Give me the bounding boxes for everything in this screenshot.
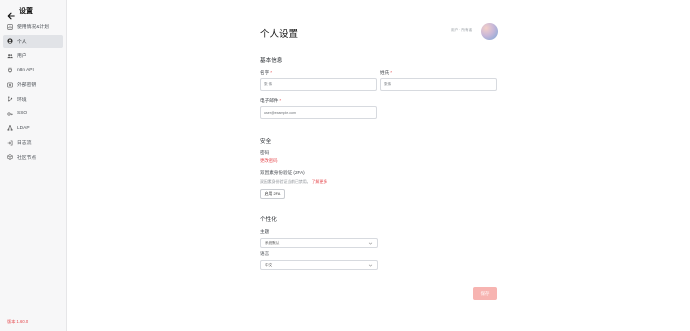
user-info-text: 用户 · 所有者 — [451, 28, 473, 32]
theme-select[interactable]: 系统默认 — [260, 238, 378, 248]
sidebar-item-label: n8n API — [17, 67, 34, 73]
sidebar-item-log-streaming[interactable]: 日志流 — [3, 136, 63, 149]
sidebar-list: 使用情况&计划 个人 用户 n8n API 外部密钥 环境 SSO LDAP 日… — [0, 20, 66, 164]
sidebar-header: 设置 — [0, 0, 66, 20]
change-password-link[interactable]: 更改密码 — [260, 158, 278, 164]
sidebar-item-label: 用户 — [17, 54, 27, 59]
sidebar-item-usage[interactable]: 使用情况&计划 — [3, 20, 63, 33]
last-name-label: 姓氏* — [380, 70, 392, 75]
user-circle-icon — [7, 38, 13, 44]
chevron-down-icon — [368, 241, 373, 246]
sidebar-item-api[interactable]: n8n API — [3, 64, 63, 77]
theme-label: 主题 — [260, 229, 270, 234]
first-name-label: 名字* — [260, 70, 272, 75]
cube-icon — [7, 154, 13, 160]
sidebar-item-personal[interactable]: 个人 — [3, 34, 63, 48]
section-basic-info-title: 基本信息 — [260, 58, 283, 64]
sidebar-item-sso[interactable]: SSO — [3, 107, 63, 120]
avatar-icon — [481, 23, 498, 40]
sidebar-item-label: LDAP — [17, 125, 30, 131]
twofa-description: 双因素身份验证当前已禁用。 了解更多 — [260, 179, 328, 184]
section-personalization-title: 个性化 — [260, 217, 277, 223]
main-content: 个人设置 用户 · 所有者 基本信息 名字* 姓氏* 电子邮件* 安全 密码 更… — [67, 0, 690, 331]
save-button[interactable]: 保存 — [473, 287, 497, 300]
language-select[interactable]: 中文 — [260, 260, 378, 270]
chevron-down-icon — [368, 263, 373, 268]
sidebar-item-ldap[interactable]: LDAP — [3, 122, 63, 135]
version-label: 版本 1.60.0 — [7, 319, 29, 324]
language-label: 语言 — [260, 251, 270, 256]
sidebar-title: 设置 — [19, 8, 33, 15]
key-icon — [7, 111, 13, 117]
users-icon — [7, 53, 13, 59]
vault-icon — [7, 82, 13, 88]
learn-more-link[interactable]: 了解更多 — [312, 179, 328, 184]
log-in-icon — [7, 140, 13, 146]
sidebar-item-community-nodes[interactable]: 社区节点 — [3, 151, 63, 164]
last-name-field[interactable] — [380, 78, 497, 91]
password-label: 密码 — [260, 150, 270, 155]
sidebar-item-external-secrets[interactable]: 外部密钥 — [3, 78, 63, 91]
plug-icon — [7, 67, 13, 73]
sidebar-item-label: 使用情况&计划 — [17, 25, 49, 30]
email-label: 电子邮件* — [260, 98, 282, 103]
sidebar-item-users[interactable]: 用户 — [3, 49, 63, 62]
chart-icon — [7, 23, 13, 30]
sidebar-item-label: 环境 — [17, 97, 27, 103]
enable-2fa-button[interactable]: 启用 2FA — [260, 189, 285, 199]
branch-icon — [7, 96, 13, 102]
tree-icon — [7, 125, 13, 131]
arrow-left-icon[interactable] — [7, 7, 15, 20]
sidebar-item-label: 社区节点 — [17, 155, 37, 161]
page-title: 个人设置 — [260, 29, 299, 40]
sidebar-item-label: 日志流 — [17, 141, 32, 146]
first-name-field[interactable] — [260, 78, 377, 91]
language-select-value: 中文 — [265, 262, 273, 267]
sidebar-item-label: 个人 — [17, 39, 27, 45]
theme-select-value: 系统默认 — [265, 240, 280, 245]
twofa-title: 双因素身份验证 (2FA) — [260, 170, 305, 175]
section-security-title: 安全 — [260, 139, 272, 145]
sidebar-item-label: SSO — [17, 111, 28, 116]
sidebar: 设置 使用情况&计划 个人 用户 n8n API 外部密钥 环境 SSO LDA… — [0, 0, 67, 331]
sidebar-item-label: 外部密钥 — [17, 83, 37, 88]
sidebar-item-environments[interactable]: 环境 — [3, 93, 63, 106]
email-field[interactable] — [260, 106, 377, 119]
